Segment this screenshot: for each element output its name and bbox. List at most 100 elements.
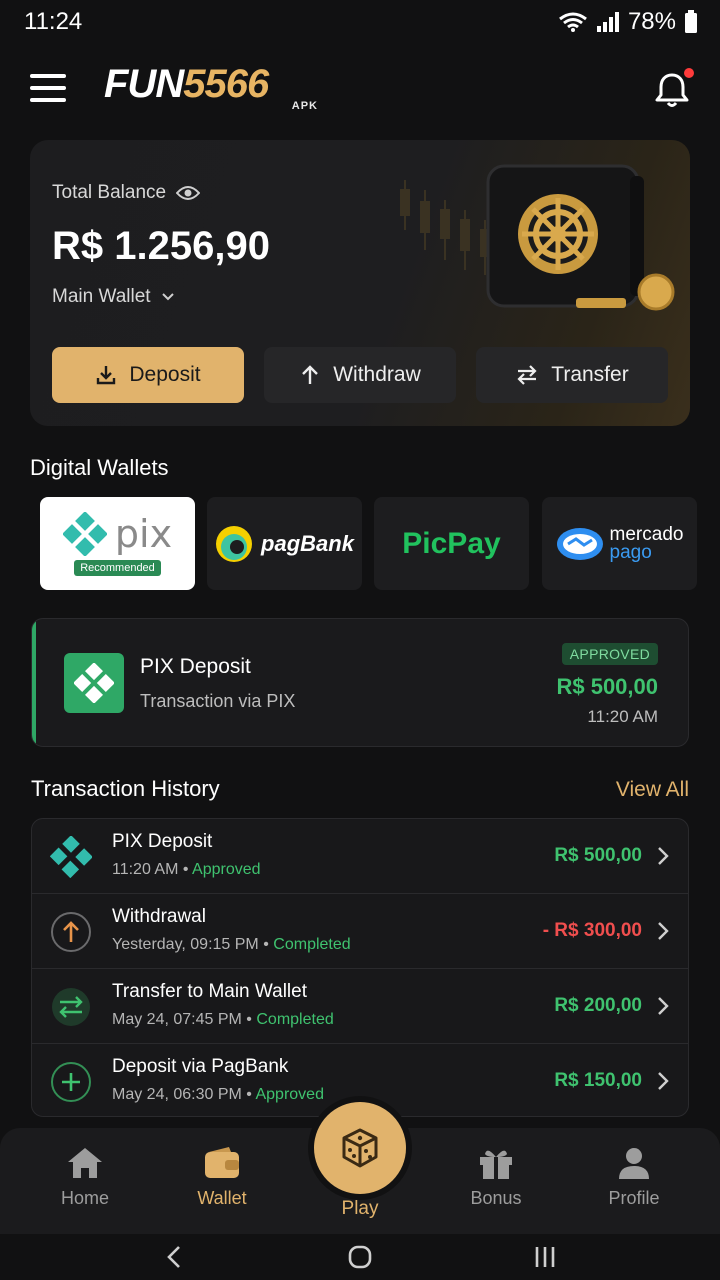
- menu-icon-line: [30, 98, 66, 102]
- wallet-option-mercado-pago[interactable]: mercado pago: [542, 497, 697, 590]
- transaction-amount: R$ 150,00: [554, 1070, 642, 1091]
- transaction-history-title: Transaction History: [31, 776, 220, 801]
- separator: •: [246, 1086, 252, 1103]
- app-logo: FUN5566 APK: [104, 60, 324, 116]
- nav-home[interactable]: Home: [30, 1146, 140, 1209]
- pagbank-wordmark: pagBank: [261, 530, 354, 556]
- gift-icon: [480, 1150, 512, 1179]
- view-all-link[interactable]: View All: [616, 778, 689, 802]
- transaction-meta: May 24, 06:30 PM • Approved: [112, 1086, 324, 1104]
- dice-icon: [342, 1128, 378, 1168]
- transaction-status: Approved: [192, 861, 261, 878]
- logo-sub: APK: [291, 100, 318, 112]
- mercado-text: mercado: [609, 523, 684, 545]
- balance-amount: R$ 1.256,90: [52, 224, 270, 268]
- transaction-time: May 24, 07:45 PM: [112, 1011, 242, 1028]
- separator: •: [182, 861, 189, 878]
- wallet-selector-label: Main Wallet: [52, 286, 151, 307]
- nav-profile-label: Profile: [608, 1188, 660, 1208]
- wallet-option-pagbank[interactable]: pagBank: [207, 497, 362, 590]
- eye-icon[interactable]: [176, 185, 201, 201]
- pix-wordmark: pix: [114, 511, 173, 556]
- transaction-title: PIX Deposit: [112, 831, 213, 852]
- nav-bonus-label: Bonus: [470, 1188, 522, 1208]
- pix-deposit-subtitle: Transaction via PIX: [140, 691, 296, 711]
- nav-bonus[interactable]: Bonus: [441, 1146, 551, 1209]
- status-badge: APPROVED: [561, 643, 658, 665]
- logo-primary: FUN: [104, 62, 184, 106]
- transaction-row[interactable]: PIX Deposit 11:20 AM • Approved R$ 500,0…: [32, 819, 688, 894]
- withdraw-arrow-icon: [51, 912, 91, 952]
- wallet-option-pix[interactable]: pix Recommended: [40, 497, 195, 590]
- transaction-amount: - R$ 300,00: [542, 920, 642, 941]
- pix-logo-icon: [62, 511, 107, 556]
- transaction-title: Transfer to Main Wallet: [112, 981, 307, 1002]
- transaction-meta: Yesterday, 09:15 PM • Completed: [112, 936, 351, 954]
- pagbank-logo-icon: [216, 525, 253, 562]
- nav-wallet-label: Wallet: [197, 1188, 247, 1208]
- pix-deposit-amount: R$ 500,00: [556, 674, 658, 699]
- plus-icon: [51, 1062, 91, 1102]
- play-label: Play: [341, 1198, 379, 1219]
- digital-wallets-title: Digital Wallets: [30, 455, 169, 480]
- wallet-selector[interactable]: Main Wallet: [52, 286, 175, 308]
- withdraw-label: Withdraw: [333, 363, 421, 386]
- menu-button[interactable]: [30, 74, 66, 102]
- nav-profile[interactable]: Profile: [579, 1146, 689, 1209]
- notification-dot: [684, 68, 694, 78]
- chevron-down-icon: [161, 293, 174, 301]
- deposit-button[interactable]: Deposit: [52, 347, 244, 403]
- transaction-row[interactable]: Withdrawal Yesterday, 09:15 PM • Complet…: [32, 894, 688, 969]
- pix-icon: [50, 836, 92, 878]
- total-balance-text: Total Balance: [52, 182, 167, 203]
- transaction-time: Yesterday, 09:15 PM: [112, 936, 259, 953]
- withdraw-button[interactable]: Withdraw: [264, 347, 456, 403]
- accent-bar: [32, 619, 36, 746]
- transaction-amount: R$ 200,00: [554, 995, 642, 1016]
- transaction-meta: May 24, 07:45 PM • Completed: [112, 1011, 334, 1029]
- nav-wallet[interactable]: Wallet: [167, 1146, 277, 1209]
- play-button[interactable]: [314, 1102, 406, 1194]
- chevron-right-icon: [658, 922, 669, 940]
- transaction-amount: R$ 500,00: [554, 845, 642, 866]
- menu-icon-line: [30, 86, 66, 90]
- transaction-time: 11:20 AM: [112, 861, 179, 878]
- home-circle-icon[interactable]: [340, 1244, 380, 1270]
- transaction-list: PIX Deposit 11:20 AM • Approved R$ 500,0…: [31, 818, 689, 1117]
- transfer-icon: [517, 365, 537, 385]
- deposit-label: Deposit: [129, 363, 201, 386]
- profile-icon: [619, 1148, 649, 1179]
- recommended-badge: Recommended: [74, 559, 161, 576]
- home-icon: [68, 1148, 102, 1178]
- status-time: 11:24: [24, 8, 83, 35]
- battery-icon: [685, 10, 697, 33]
- download-icon: [97, 366, 116, 385]
- signal-icon: [596, 12, 619, 32]
- nav-home-label: Home: [60, 1188, 109, 1208]
- transaction-meta: 11:20 AM • Approved: [112, 861, 261, 879]
- transaction-status: Approved: [255, 1086, 324, 1103]
- balance-card: Total Balance R$ 1.256,90 Main Wallet De…: [30, 140, 690, 426]
- transaction-time: May 24, 06:30 PM: [112, 1086, 242, 1103]
- transaction-title: Deposit via PagBank: [112, 1056, 289, 1077]
- transaction-row[interactable]: Transfer to Main Wallet May 24, 07:45 PM…: [32, 969, 688, 1044]
- pix-deposit-time: 11:20 AM: [587, 707, 658, 726]
- total-balance-label: Total Balance: [52, 182, 201, 204]
- chevron-right-icon: [658, 1072, 669, 1090]
- mercado-pago-wordmark: mercado pago: [609, 523, 684, 562]
- transfer-label: Transfer: [551, 363, 629, 386]
- wallet-option-picpay[interactable]: PicPay: [374, 497, 529, 590]
- back-icon[interactable]: [155, 1244, 195, 1270]
- transfer-button[interactable]: Transfer: [476, 347, 668, 403]
- transaction-status: Completed: [273, 936, 351, 953]
- transaction-status: Completed: [256, 1011, 334, 1028]
- system-nav-bar: [0, 1234, 720, 1280]
- pix-deposit-card[interactable]: PIX Deposit Transaction via PIX APPROVED…: [31, 618, 689, 747]
- chevron-right-icon: [658, 847, 669, 865]
- safe-icon: [486, 164, 675, 311]
- transfer-icon: [52, 988, 90, 1026]
- recents-icon[interactable]: [525, 1244, 565, 1270]
- menu-icon-line: [30, 74, 66, 78]
- status-icons: 78%: [558, 8, 698, 36]
- transaction-title: Withdrawal: [112, 906, 206, 927]
